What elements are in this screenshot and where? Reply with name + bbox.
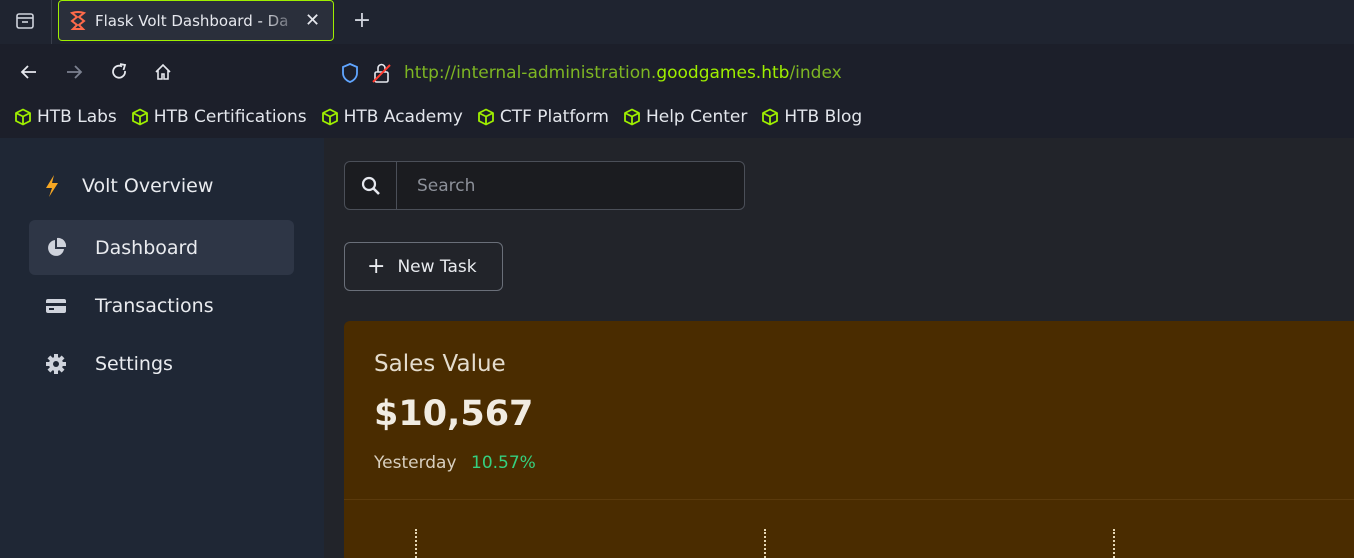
address-bar[interactable]: http://internal-administration.goodgames… [340, 58, 842, 88]
search-icon[interactable] [345, 162, 397, 209]
new-task-label: New Task [397, 256, 477, 277]
back-arrow-icon [20, 65, 36, 79]
chart-grid-line [764, 529, 766, 558]
card-divider [344, 499, 1354, 500]
tab-overview-icon[interactable] [10, 6, 40, 36]
bookmark-item[interactable]: HTB Certifications [131, 107, 307, 127]
sales-period-label: Yesterday [374, 453, 457, 473]
bookmark-label: HTB Blog [784, 107, 863, 127]
tab-bar: Flask Volt Dashboard - Da ✕ + [0, 0, 1354, 44]
bookmark-label: HTB Labs [37, 107, 117, 127]
credit-card-icon [45, 295, 67, 317]
bookmark-item[interactable]: CTF Platform [477, 107, 609, 127]
new-task-button[interactable]: + New Task [344, 242, 503, 291]
reload-icon [112, 63, 127, 79]
flask-favicon-icon [69, 10, 87, 30]
browser-chrome: Flask Volt Dashboard - Da ✕ + http://int… [0, 0, 1354, 138]
tab-active[interactable]: Flask Volt Dashboard - Da ✕ [58, 0, 334, 41]
sales-card-title: Sales Value [374, 351, 506, 377]
sidebar-brand[interactable]: Volt Overview [44, 174, 213, 198]
box-icon [624, 108, 640, 126]
url-text: http://internal-administration.goodgames… [404, 63, 842, 83]
sidebar-item-label: Settings [95, 352, 173, 375]
bookmark-label: Help Center [645, 107, 748, 127]
main-content: + New Task Sales Value $10,567 Yesterday… [324, 138, 1354, 558]
home-icon [155, 63, 171, 80]
bookmark-label: CTF Platform [499, 107, 609, 127]
sidebar-item-settings[interactable]: Settings [29, 336, 294, 391]
bookmark-item[interactable]: Help Center [623, 107, 747, 127]
chart-grid-line [1113, 529, 1115, 558]
sales-change-percent: 10.57% [471, 453, 536, 473]
forward-arrow-icon [67, 65, 83, 79]
box-icon [477, 108, 494, 126]
plus-icon: + [367, 253, 386, 279]
bookmark-item[interactable]: HTB Blog [761, 107, 862, 127]
pie-chart-icon [45, 237, 67, 259]
bookmarks-bar: HTB Labs HTB Certifications HTB Academy CTF… [0, 100, 1354, 134]
bookmark-label: HTB Certifications [153, 107, 307, 127]
box-icon [762, 108, 779, 126]
home-button[interactable] [149, 58, 177, 86]
back-button[interactable] [15, 58, 43, 86]
sidebar: Volt Overview Dashboard Transactions Set… [0, 138, 324, 558]
insecure-lock-icon [372, 63, 391, 83]
reload-button[interactable] [105, 58, 133, 86]
bookmark-label: HTB Academy [343, 107, 463, 127]
sales-value-card: Sales Value $10,567 Yesterday 10.57% [344, 321, 1354, 558]
tab-title: Flask Volt Dashboard - Da [95, 11, 289, 30]
forward-button[interactable] [60, 58, 88, 86]
sidebar-item-dashboard[interactable]: Dashboard [29, 220, 294, 275]
gear-icon [45, 353, 67, 375]
box-icon [15, 108, 31, 126]
sidebar-brand-label: Volt Overview [82, 175, 214, 197]
tab-separator [51, 0, 52, 44]
sidebar-item-label: Transactions [95, 294, 214, 317]
close-tab-icon[interactable]: ✕ [305, 11, 320, 30]
sidebar-item-label: Dashboard [95, 236, 199, 259]
shield-icon [342, 63, 358, 83]
sidebar-item-transactions[interactable]: Transactions [29, 278, 294, 333]
search-box [344, 161, 745, 210]
chart-grid-line [415, 529, 417, 558]
box-icon [321, 108, 338, 126]
bookmark-item[interactable]: HTB Academy [321, 107, 463, 127]
lightning-icon [46, 175, 58, 197]
search-input[interactable] [397, 162, 744, 209]
bookmark-item[interactable]: HTB Labs [14, 107, 117, 127]
sales-value-amount: $10,567 [374, 394, 534, 434]
box-icon [131, 108, 148, 126]
new-tab-button[interactable]: + [348, 6, 376, 34]
